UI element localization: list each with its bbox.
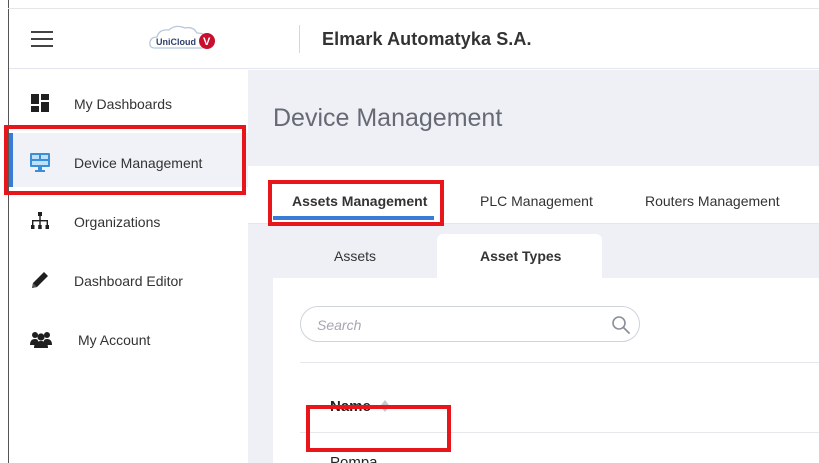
page-title: Device Management bbox=[273, 104, 503, 132]
table-row-divider bbox=[300, 432, 819, 433]
sidebar: My Dashboards Device Management Organiza… bbox=[9, 70, 248, 463]
tab-routers-management[interactable]: Routers Management bbox=[645, 193, 780, 209]
tab-assets-management[interactable]: Assets Management bbox=[292, 193, 427, 209]
sidebar-item-label: My Account bbox=[78, 332, 151, 348]
pencil-icon bbox=[29, 269, 51, 291]
table-row[interactable]: Pompa bbox=[330, 454, 378, 463]
subtabs-area: Assets Asset Types Name bbox=[248, 224, 819, 463]
sidebar-item-dashboard-editor[interactable]: Dashboard Editor bbox=[9, 251, 248, 305]
sidebar-item-device-management[interactable]: Device Management bbox=[9, 133, 248, 187]
top-header: UniCloud V Elmark Automatyka S.A. bbox=[9, 9, 819, 69]
sidebar-item-label: Organizations bbox=[74, 214, 161, 230]
unicloud-logo[interactable]: UniCloud V bbox=[147, 22, 219, 56]
subtab-asset-types[interactable]: Asset Types bbox=[437, 234, 602, 278]
active-tab-indicator bbox=[273, 216, 434, 220]
subtab-label: Assets bbox=[334, 248, 377, 264]
search-input[interactable] bbox=[317, 316, 597, 334]
subtab-label: Asset Types bbox=[480, 248, 562, 264]
hamburger-menu-icon[interactable] bbox=[31, 31, 53, 47]
device-management-icon bbox=[29, 151, 51, 173]
sidebar-item-label: Dashboard Editor bbox=[74, 273, 183, 289]
sidebar-item-my-account[interactable]: My Account bbox=[9, 310, 248, 364]
search-box bbox=[300, 306, 640, 342]
tab-plc-management[interactable]: PLC Management bbox=[480, 193, 593, 209]
company-name: Elmark Automatyka S.A. bbox=[322, 29, 532, 49]
asset-types-panel: Name Pompa bbox=[273, 278, 819, 463]
sidebar-item-label: Device Management bbox=[74, 155, 203, 171]
sort-icon[interactable] bbox=[379, 397, 391, 415]
org-chart-icon bbox=[29, 210, 51, 232]
subtab-assets[interactable]: Assets bbox=[308, 234, 403, 278]
column-header-name[interactable]: Name bbox=[330, 398, 371, 415]
logo-text: UniCloud bbox=[156, 37, 196, 47]
logo-badge: V bbox=[203, 36, 211, 48]
main-content: Device Management Assets Management PLC … bbox=[248, 70, 819, 463]
header-separator bbox=[299, 25, 300, 53]
search-icon[interactable] bbox=[611, 315, 631, 335]
tab-bar: Assets Management PLC Management Routers… bbox=[248, 166, 819, 224]
dashboard-icon bbox=[29, 92, 51, 114]
sidebar-item-my-dashboards[interactable]: My Dashboards bbox=[9, 74, 248, 128]
divider bbox=[300, 362, 819, 363]
sidebar-item-organizations[interactable]: Organizations bbox=[9, 192, 248, 246]
users-icon bbox=[29, 328, 52, 350]
sidebar-item-label: My Dashboards bbox=[74, 96, 173, 112]
